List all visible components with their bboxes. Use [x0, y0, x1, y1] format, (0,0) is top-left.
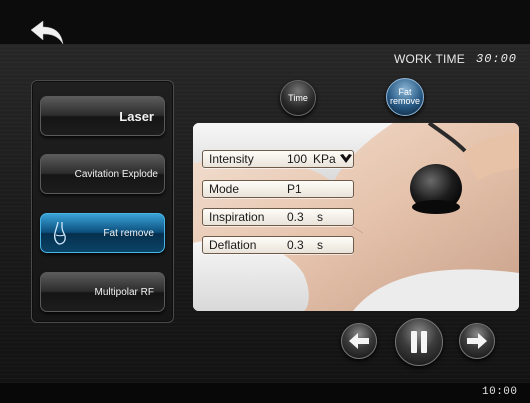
chevron-down-icon[interactable]: [339, 153, 353, 168]
top-bar: [0, 0, 530, 44]
pause-button[interactable]: [395, 318, 443, 366]
inspiration-field[interactable]: Inspiration 0.3 s: [202, 208, 354, 226]
previous-button[interactable]: [341, 323, 377, 359]
inspiration-value: 0.3: [287, 210, 304, 224]
deflation-value: 0.3: [287, 238, 304, 252]
arrow-right-icon: [467, 333, 487, 349]
laser-button[interactable]: Laser: [40, 96, 165, 136]
deflation-unit: s: [317, 238, 323, 252]
fat-remove-label: Fat remove: [103, 227, 154, 239]
back-button[interactable]: [28, 18, 66, 48]
deflation-label: Deflation: [209, 238, 257, 252]
arrow-left-icon: [349, 333, 369, 349]
inspiration-unit: s: [317, 210, 323, 224]
intensity-value: 100: [287, 152, 308, 166]
next-button[interactable]: [459, 323, 495, 359]
clock-display: 10:00: [482, 386, 518, 398]
work-time-value: 30:00: [476, 52, 518, 66]
cavitation-explode-button[interactable]: Cavitation Explode: [40, 154, 165, 194]
inspiration-label: Inspiration: [209, 210, 265, 224]
fat-remove-mode-label: Fat remove: [390, 87, 421, 106]
fat-remove-button[interactable]: Fat remove: [40, 213, 165, 253]
fat-remove-mode-button[interactable]: Fat remove: [386, 78, 424, 116]
cavitation-explode-label: Cavitation Explode: [74, 168, 158, 180]
time-button-label: Time: [288, 92, 308, 103]
mode-value: P1: [287, 182, 302, 196]
pause-icon: [411, 331, 427, 353]
intensity-unit: KPa: [313, 152, 336, 166]
multipolar-rf-label: Multipolar RF: [94, 286, 154, 298]
laser-label: Laser: [119, 108, 154, 124]
mode-label: Mode: [209, 182, 240, 196]
mode-field[interactable]: Mode P1: [202, 180, 354, 198]
fat-remove-icon: [53, 221, 67, 248]
time-button[interactable]: Time: [280, 80, 316, 116]
deflation-field[interactable]: Deflation 0.3 s: [202, 236, 354, 254]
intensity-field[interactable]: Intensity 100 KPa: [202, 150, 354, 168]
work-time-label: WORK TIME: [394, 52, 465, 66]
intensity-label: Intensity: [209, 152, 254, 166]
bottom-bar: [0, 383, 530, 403]
device-screen: WORK TIME 30:00 Laser Cavitation Explode…: [0, 0, 530, 403]
multipolar-rf-button[interactable]: Multipolar RF: [40, 272, 165, 312]
back-arrow-icon: [30, 20, 64, 45]
